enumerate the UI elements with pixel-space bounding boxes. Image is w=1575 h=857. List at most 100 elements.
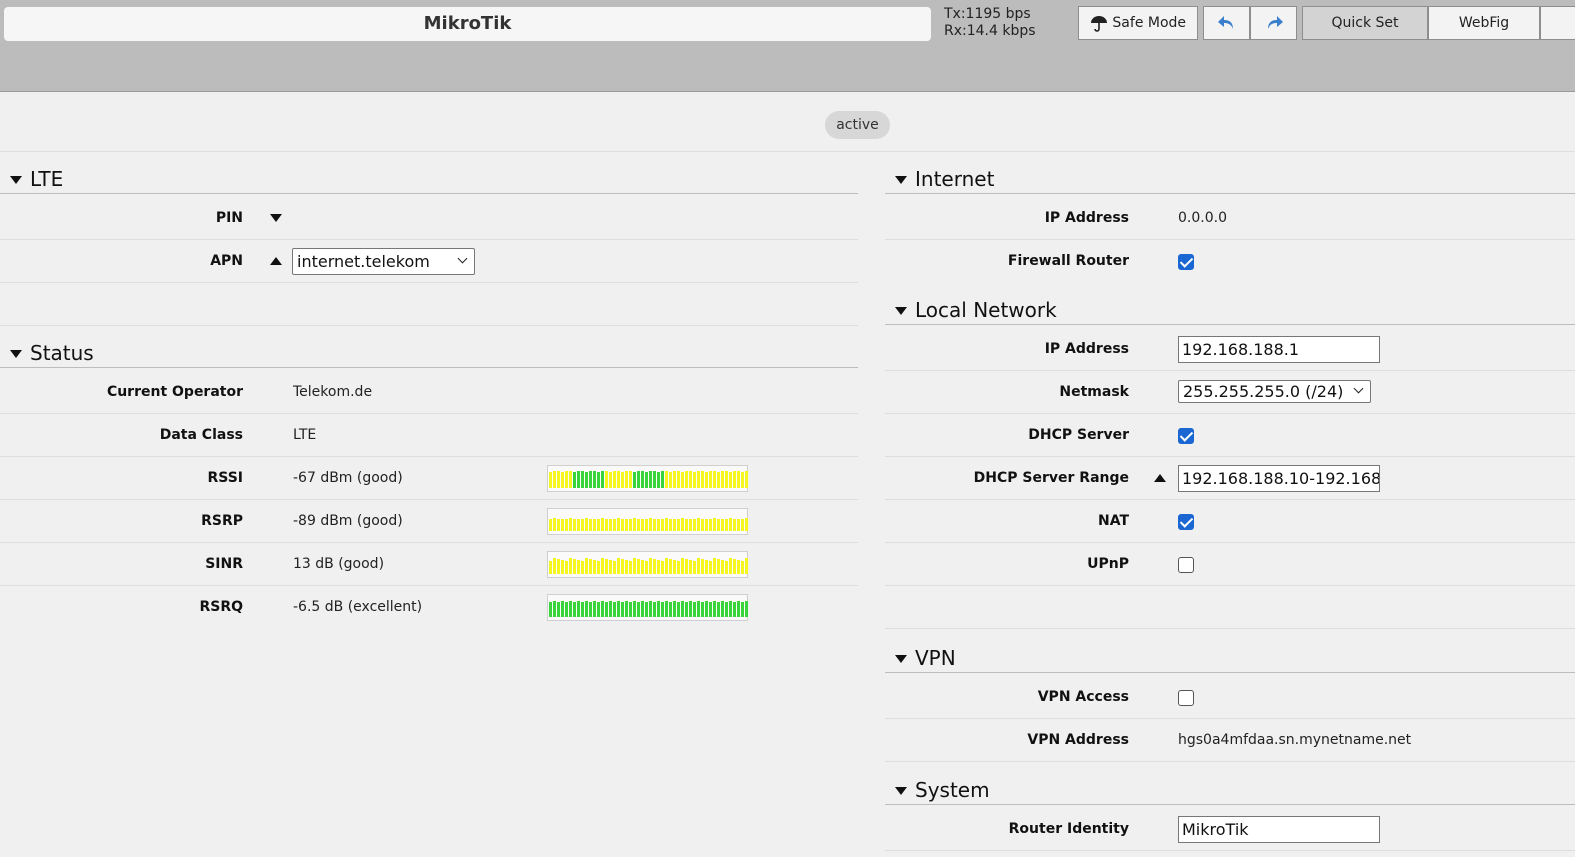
collapse-up-icon[interactable] bbox=[1154, 474, 1166, 482]
meter-bar bbox=[633, 558, 636, 574]
tab-webfig[interactable]: WebFig bbox=[1428, 6, 1540, 40]
meter-bar bbox=[653, 471, 656, 488]
meter-bar bbox=[689, 601, 692, 617]
meter-bar bbox=[625, 519, 628, 531]
tx-rate: Tx:1195 bps bbox=[944, 6, 1031, 22]
meter-bar bbox=[657, 601, 660, 617]
undo-button[interactable] bbox=[1203, 6, 1250, 40]
nat-label: NAT bbox=[1097, 513, 1129, 529]
status-row-data-class: Data Class LTE bbox=[0, 414, 858, 457]
tab-quick-set[interactable]: Quick Set bbox=[1302, 6, 1428, 40]
firewall-label: Firewall Router bbox=[1007, 253, 1129, 269]
dhcp-range-input[interactable]: 192.168.188.10-192.168.188.254 bbox=[1178, 465, 1380, 492]
meter-bar bbox=[713, 601, 716, 617]
collapse-up-icon[interactable] bbox=[270, 257, 282, 265]
firewall-checkbox[interactable] bbox=[1178, 254, 1194, 270]
meter-bar bbox=[581, 519, 584, 531]
meter-bar bbox=[589, 471, 592, 488]
meter-bar bbox=[593, 601, 596, 617]
local-ip-input[interactable]: 192.168.188.1 bbox=[1178, 336, 1380, 363]
meter-bar bbox=[673, 519, 676, 531]
meter-bar bbox=[669, 472, 672, 488]
meter-bar bbox=[605, 602, 608, 617]
meter-bar bbox=[549, 602, 552, 617]
meter-bar bbox=[605, 559, 608, 574]
meter-bar bbox=[649, 601, 652, 617]
upnp-checkbox[interactable] bbox=[1178, 557, 1194, 573]
pin-label: PIN bbox=[215, 210, 243, 226]
meter-bar bbox=[725, 471, 728, 488]
meter-bar bbox=[585, 518, 588, 531]
meter-bar bbox=[733, 519, 736, 531]
meter-bar bbox=[745, 518, 748, 531]
meter-bar bbox=[713, 558, 716, 574]
meter-bar bbox=[553, 558, 556, 574]
meter-bar bbox=[649, 518, 652, 531]
meter-bar bbox=[553, 471, 556, 488]
status-row-sinr: SINR 13 dB (good) bbox=[0, 543, 858, 586]
meter-bar bbox=[617, 471, 620, 488]
meter-bar bbox=[633, 472, 636, 488]
section-internet-header[interactable]: Internet bbox=[885, 166, 1575, 194]
meter-bar bbox=[621, 472, 624, 488]
operator-label: Current Operator bbox=[106, 384, 243, 400]
section-system-header[interactable]: System bbox=[885, 777, 1575, 805]
meter-bar bbox=[589, 602, 592, 617]
identity-input[interactable]: MikroTik bbox=[1178, 816, 1380, 843]
meter-bar bbox=[629, 471, 632, 488]
meter-bar bbox=[621, 519, 624, 531]
meter-bar bbox=[649, 558, 652, 574]
section-status-header[interactable]: Status bbox=[0, 340, 858, 368]
vpn-access-checkbox[interactable] bbox=[1178, 690, 1194, 706]
collapse-icon bbox=[10, 349, 22, 358]
meter-bar bbox=[721, 601, 724, 617]
meter-bar bbox=[725, 519, 728, 531]
meter-bar bbox=[729, 472, 732, 488]
expand-down-icon[interactable] bbox=[270, 214, 282, 222]
nat-checkbox[interactable] bbox=[1178, 514, 1194, 530]
safe-mode-button[interactable]: Safe Mode bbox=[1078, 6, 1198, 40]
rsrq-value: -6.5 dB (excellent) bbox=[293, 599, 423, 615]
meter-bar bbox=[741, 519, 744, 531]
meter-bar bbox=[581, 471, 584, 488]
section-lte-header[interactable]: LTE bbox=[0, 166, 858, 194]
netmask-select[interactable]: 255.255.255.0 (/24) bbox=[1178, 380, 1371, 403]
section-local-header[interactable]: Local Network bbox=[885, 297, 1575, 325]
meter-bar bbox=[689, 560, 692, 574]
meter-bar bbox=[621, 559, 624, 574]
identity-row: Router Identity MikroTik bbox=[885, 808, 1575, 851]
meter-bar bbox=[549, 519, 552, 531]
meter-bar bbox=[577, 560, 580, 574]
meter-bar bbox=[573, 519, 576, 531]
apn-select[interactable]: internet.telekom bbox=[292, 248, 475, 275]
rsrp-value: -89 dBm (good) bbox=[293, 513, 403, 529]
meter-bar bbox=[741, 561, 744, 574]
rsrq-meter bbox=[547, 594, 748, 621]
meter-bar bbox=[725, 602, 728, 617]
meter-bar bbox=[609, 519, 612, 531]
meter-bar bbox=[685, 559, 688, 574]
redo-button[interactable] bbox=[1250, 6, 1297, 40]
meter-bar bbox=[569, 601, 572, 617]
tab-more[interactable] bbox=[1540, 6, 1575, 40]
chevron-down-icon bbox=[1353, 383, 1364, 394]
rssi-label: RSSI bbox=[207, 470, 243, 486]
meter-bar bbox=[701, 471, 704, 488]
meter-bar bbox=[729, 558, 732, 574]
divider bbox=[0, 151, 1575, 152]
apn-row: APN internet.telekom bbox=[0, 240, 858, 283]
meter-bar bbox=[681, 472, 684, 488]
dhcp-range-label: DHCP Server Range bbox=[973, 470, 1129, 486]
meter-bar bbox=[721, 560, 724, 574]
apn-select-value: internet.telekom bbox=[297, 252, 430, 271]
vpn-access-row: VPN Access bbox=[885, 676, 1575, 719]
meter-bar bbox=[745, 601, 748, 617]
section-vpn-header[interactable]: VPN bbox=[885, 645, 1575, 673]
spacer-row bbox=[885, 586, 1575, 629]
collapse-icon bbox=[895, 306, 907, 315]
internet-ip-row: IP Address 0.0.0.0 bbox=[885, 197, 1575, 240]
meter-bar bbox=[641, 601, 644, 617]
meter-bar bbox=[557, 559, 560, 574]
meter-bar bbox=[573, 602, 576, 617]
dhcp-checkbox[interactable] bbox=[1178, 428, 1194, 444]
